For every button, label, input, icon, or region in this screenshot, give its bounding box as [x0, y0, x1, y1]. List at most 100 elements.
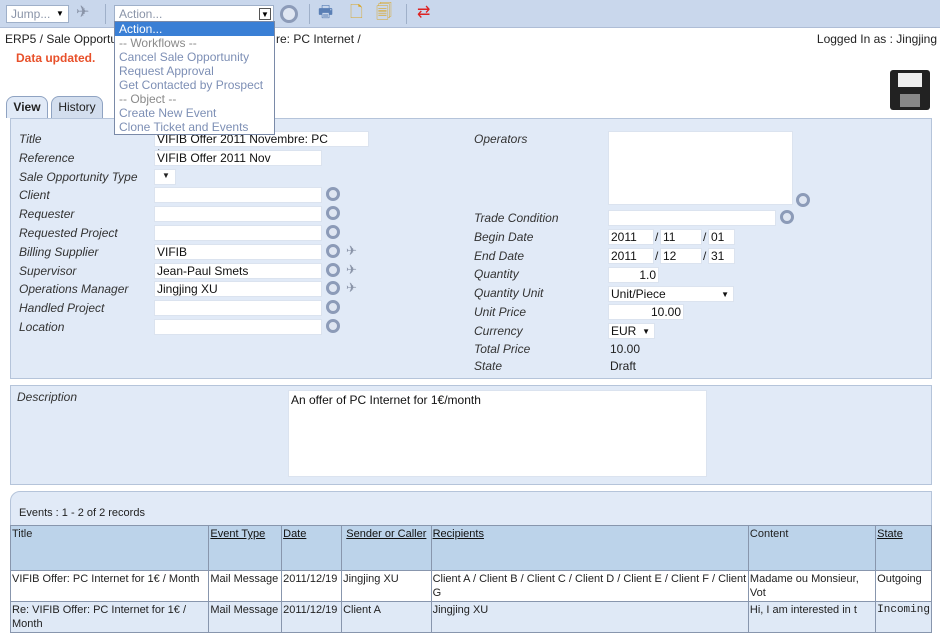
- currency-label: Currency: [474, 324, 523, 338]
- clone-document-icon[interactable]: 🗐: [376, 4, 392, 22]
- new-document-icon[interactable]: 🗋: [350, 4, 363, 22]
- begin-date-label: Begin Date: [474, 230, 534, 244]
- quantity-unit-select[interactable]: Unit/Piece ▼: [608, 286, 734, 302]
- menu-item-action[interactable]: Action...: [115, 22, 274, 36]
- billing-supplier-label: Billing Supplier: [19, 244, 99, 259]
- table-row[interactable]: VIFIB Offer: PC Internet for 1€ / Month M…: [9, 570, 932, 602]
- column-header-title: Title: [9, 525, 210, 571]
- cell-recipients[interactable]: Client A / Client B / Client C / Client …: [430, 570, 749, 602]
- divider: [309, 4, 310, 24]
- requester-field[interactable]: [154, 206, 322, 223]
- cell-date[interactable]: 2011/12/19: [281, 570, 343, 602]
- end-date-day[interactable]: 31: [708, 248, 735, 264]
- breadcrumb-tail[interactable]: re: PC Internet /: [276, 32, 361, 46]
- billing-supplier-field[interactable]: VIFIB: [154, 243, 322, 260]
- gear-icon[interactable]: [780, 210, 794, 224]
- column-header-content: Content: [747, 525, 877, 571]
- quantity-unit-label: Quantity Unit: [474, 286, 544, 300]
- client-field[interactable]: [154, 187, 322, 204]
- events-table: Title Event Type Date Sender or Caller R…: [9, 525, 932, 633]
- plane-icon[interactable]: ✈: [346, 281, 357, 295]
- column-header-event-type[interactable]: Event Type: [208, 525, 283, 571]
- sort-link: Event Type: [210, 528, 266, 540]
- print-icon[interactable]: 🖶: [318, 4, 333, 22]
- exchange-icon[interactable]: ⇄: [417, 4, 430, 22]
- tab-view[interactable]: View: [6, 96, 48, 118]
- description-field[interactable]: An offer of PC Internet for 1€/month: [288, 390, 707, 477]
- jump-plane-icon[interactable]: ✈: [76, 4, 89, 22]
- cell-date[interactable]: 2011/12/19: [281, 601, 343, 633]
- divider: [406, 4, 407, 24]
- requested-project-label: Requested Project: [19, 226, 118, 240]
- cell-recipients[interactable]: Jingjing XU: [430, 601, 749, 633]
- plane-icon[interactable]: ✈: [346, 243, 357, 258]
- sort-link: State: [877, 528, 903, 540]
- save-icon[interactable]: [890, 70, 930, 110]
- sort-link: Recipients: [432, 528, 484, 540]
- cell-event-type[interactable]: Mail Message: [208, 601, 283, 633]
- menu-item-request-approval[interactable]: Request Approval: [115, 64, 274, 78]
- end-date-month[interactable]: 12: [660, 248, 702, 264]
- operations-manager-label: Operations Manager: [19, 282, 129, 297]
- cell-title[interactable]: Re: VIFIB Offer: PC Internet for 1€ / Mo…: [9, 601, 210, 633]
- cell-event-type[interactable]: Mail Message: [208, 570, 283, 602]
- cell-content[interactable]: Hi, I am interested in t: [747, 601, 877, 633]
- status-message: Data updated.: [16, 51, 96, 65]
- date-separator: /: [655, 230, 659, 244]
- unit-price-field[interactable]: 10.00: [608, 304, 684, 320]
- begin-date-day[interactable]: 01: [708, 229, 735, 245]
- begin-date-month[interactable]: 11: [660, 229, 702, 245]
- location-label: Location: [19, 320, 65, 334]
- save-icon-shutter: [900, 94, 920, 107]
- state-label: State: [474, 359, 503, 373]
- menu-item-create-new-event[interactable]: Create New Event: [115, 106, 274, 120]
- column-header-state[interactable]: State: [875, 525, 932, 571]
- menu-group-object: -- Object --: [119, 92, 177, 106]
- currency-select[interactable]: EUR ▼: [608, 323, 655, 339]
- operators-field[interactable]: [608, 131, 793, 205]
- gear-icon[interactable]: [326, 225, 340, 239]
- column-header-recipients[interactable]: Recipients: [430, 525, 749, 571]
- menu-item-get-contacted[interactable]: Get Contacted by Prospect: [115, 78, 274, 92]
- reference-field[interactable]: VIFIB Offer 2011 Nov: [154, 149, 322, 166]
- chevron-down-icon: ▼: [56, 9, 64, 18]
- main-form: [10, 118, 932, 379]
- date-separator: /: [655, 249, 659, 263]
- description-label: Description: [17, 390, 78, 404]
- title-label: Title: [19, 132, 42, 146]
- total-price-label: Total Price: [474, 342, 531, 356]
- cell-sender[interactable]: Jingjing XU: [341, 570, 432, 602]
- cell-content[interactable]: Madame ou Monsieur, Vot: [747, 570, 877, 602]
- begin-date-year[interactable]: 2011: [608, 229, 654, 245]
- reference-label: Reference: [19, 150, 75, 165]
- column-header-date[interactable]: Date: [281, 525, 343, 571]
- end-date-year[interactable]: 2011: [608, 248, 654, 264]
- tab-history[interactable]: History: [51, 96, 103, 118]
- gear-icon[interactable]: [796, 193, 810, 207]
- cell-sender[interactable]: Client A: [341, 601, 432, 633]
- breadcrumb[interactable]: ERP5 / Sale Opportur: [5, 32, 121, 46]
- cell-title[interactable]: VIFIB Offer: PC Internet for 1€ / Month: [9, 570, 210, 602]
- gear-icon[interactable]: [326, 262, 340, 277]
- table-row[interactable]: Re: VIFIB Offer: PC Internet for 1€ / Mo…: [9, 601, 932, 633]
- supervisor-field[interactable]: Jean-Paul Smets: [154, 262, 322, 279]
- gear-icon[interactable]: [326, 319, 340, 333]
- location-field[interactable]: [154, 319, 322, 335]
- plane-icon[interactable]: ✈: [346, 262, 357, 277]
- date-separator: /: [703, 249, 707, 263]
- handled-project-field[interactable]: [154, 300, 322, 317]
- trade-condition-field[interactable]: [608, 210, 776, 226]
- cell-state[interactable]: Outgoing: [875, 570, 932, 602]
- menu-item-cancel-sale-opportunity[interactable]: Cancel Sale Opportunity: [115, 50, 274, 64]
- requested-project-field[interactable]: [154, 225, 322, 241]
- operations-manager-field[interactable]: Jingjing XU: [154, 281, 322, 298]
- gear-icon[interactable]: [326, 243, 340, 258]
- chevron-down-icon: ▼: [721, 290, 729, 299]
- supervisor-label: Supervisor: [19, 263, 77, 278]
- jump-select[interactable]: Jump... ▼: [6, 5, 69, 23]
- quantity-field[interactable]: 1.0: [608, 267, 659, 283]
- cell-state[interactable]: Incoming: [875, 601, 932, 633]
- action-gear-icon[interactable]: [280, 5, 298, 23]
- column-header-sender[interactable]: Sender or Caller: [341, 525, 432, 571]
- menu-item-clone-ticket[interactable]: Clone Ticket and Events: [115, 120, 274, 134]
